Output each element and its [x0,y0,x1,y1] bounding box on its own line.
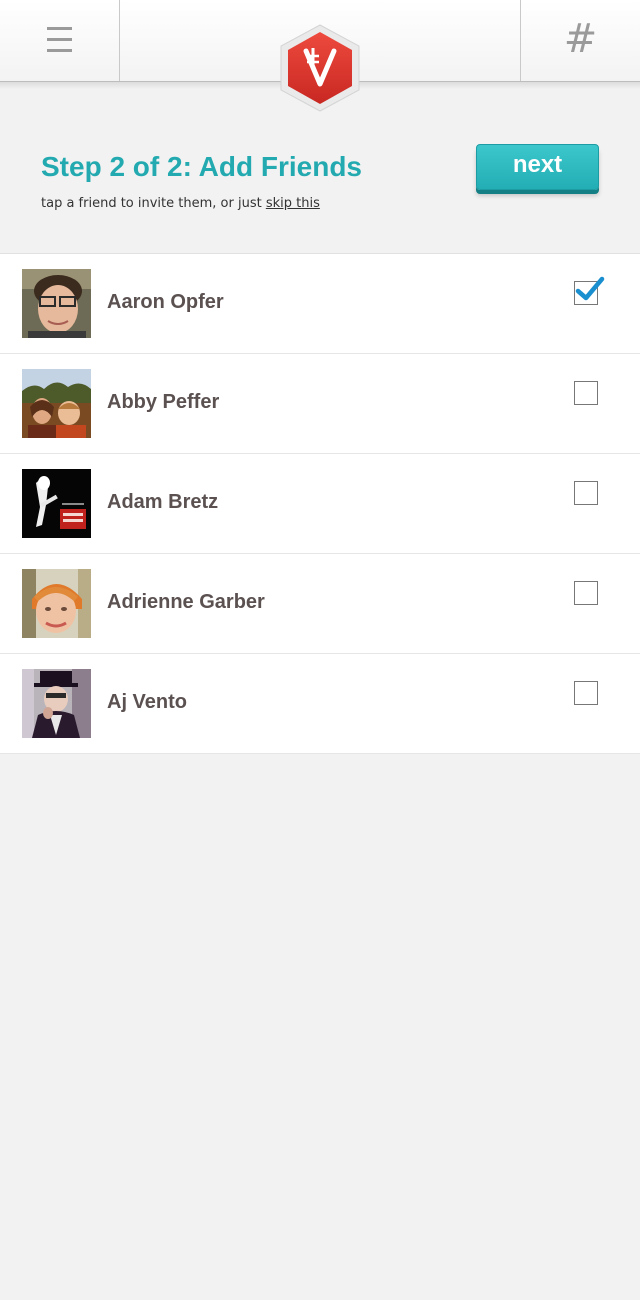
invite-checkbox[interactable] [574,276,605,305]
friend-name: Adam Bretz [107,491,219,513]
hashtag-icon: # [563,16,598,62]
friend-row[interactable]: Aaron Opfer [0,254,640,354]
invite-checkbox[interactable] [574,681,598,705]
avatar [22,569,91,638]
friend-row[interactable]: Aj Vento [0,654,640,754]
friend-name: Abby Peffer [107,391,220,413]
subtitle-text: tap a friend to invite them, or just [41,196,266,211]
invite-checkbox[interactable] [574,381,598,405]
friend-row[interactable]: Adam Bretz [0,454,640,554]
friend-name: Aaron Opfer [107,291,224,313]
checkmark-icon [575,276,605,301]
invite-checkbox[interactable] [574,481,598,505]
friend-name: Aj Vento [107,691,188,713]
skip-link[interactable]: skip this [266,196,320,211]
hamburger-icon [47,27,72,52]
subtitle: tap a friend to invite them, or just ski… [41,195,320,213]
avatar [22,369,91,438]
page-title: Step 2 of 2: Add Friends [41,151,362,182]
friend-list: Aaron Opfer Abby Peffer Adam Bretz Adrie… [0,253,640,754]
next-button[interactable]: next [476,144,599,190]
friend-row[interactable]: Adrienne Garber [0,554,640,654]
hashtag-button[interactable]: # [520,0,640,81]
invite-checkbox[interactable] [574,581,598,605]
friend-row[interactable]: Abby Peffer [0,354,640,454]
friend-name: Adrienne Garber [107,591,265,613]
menu-button[interactable] [0,0,120,81]
avatar [22,669,91,738]
avatar [22,269,91,338]
app-logo-icon[interactable] [279,24,361,112]
avatar [22,469,91,538]
